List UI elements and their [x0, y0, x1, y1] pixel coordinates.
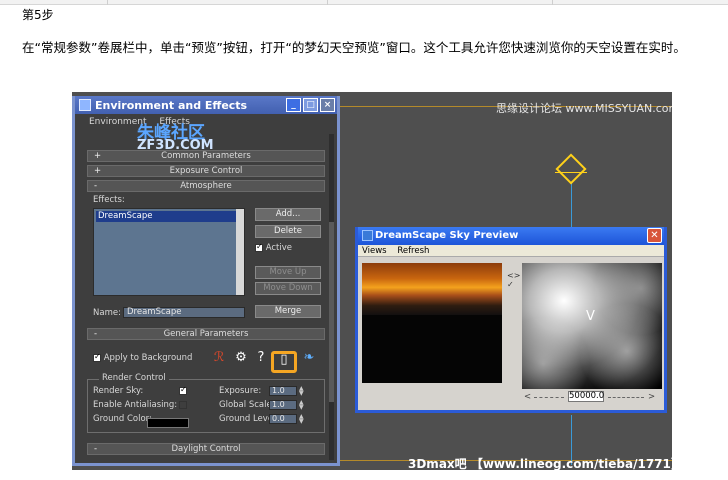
global-scale-spinner[interactable]: ▲ ▼: [299, 400, 304, 411]
distance-field[interactable]: 50000.0: [568, 391, 604, 402]
rollout-exposure-control[interactable]: + Exposure Control: [87, 165, 325, 177]
move-up-button[interactable]: Move Up: [255, 266, 321, 279]
ground-level-field[interactable]: 0.0: [269, 414, 297, 424]
render-sky-checkbox[interactable]: [179, 385, 187, 395]
minimize-button[interactable]: _: [286, 98, 301, 112]
environment-effects-window: Environment and Effects _ □ × Environmen…: [72, 96, 340, 466]
light-target-line: [571, 182, 572, 228]
rollout-daylight-control[interactable]: - Daylight Control: [87, 443, 325, 455]
rollout-sign: -: [94, 181, 98, 191]
enable-antialiasing-checkbox[interactable]: [179, 401, 187, 409]
rollout-label: Daylight Control: [171, 444, 241, 454]
global-scale-field[interactable]: 1.0: [269, 400, 297, 410]
env-scrollbar-thumb[interactable]: [329, 222, 334, 402]
name-label: Name:: [93, 308, 121, 318]
env-tabs: Environment Effects: [75, 114, 337, 132]
active-checkbox[interactable]: [255, 242, 263, 252]
settings-tool-icon[interactable]: ⚙: [233, 350, 249, 366]
close-icon[interactable]: ✕: [647, 228, 662, 243]
list-item[interactable]: DreamScape: [96, 211, 242, 222]
apply-to-background-row[interactable]: Apply to Background: [93, 352, 193, 363]
render-control-title: Render Control: [99, 373, 169, 383]
effects-label: Effects:: [93, 195, 125, 205]
rollout-sign: +: [94, 166, 102, 176]
rollout-sign: -: [94, 444, 98, 454]
effects-list[interactable]: DreamScape: [93, 208, 245, 296]
watermark-bottom: 3Dmax吧 【www.lineog.com/tieba/1771】: [408, 457, 672, 470]
close-button[interactable]: ×: [320, 98, 335, 112]
app-icon: [362, 230, 373, 241]
preview-button-highlight: [271, 351, 297, 373]
active-checkbox-row[interactable]: Active: [255, 242, 292, 253]
ground-color-label: Ground Color:: [93, 414, 152, 424]
preview-side-icons[interactable]: <> ✓: [507, 271, 520, 289]
rollout-label: Atmosphere: [180, 181, 232, 191]
rollout-label: General Parameters: [163, 329, 249, 339]
rollout-sign: +: [94, 151, 102, 161]
distance-control: < 50000.0 >: [524, 391, 664, 403]
enable-antialiasing-label: Enable Antialiasing:: [93, 400, 178, 410]
maximize-button[interactable]: □: [303, 98, 318, 112]
ground-color-swatch[interactable]: [147, 418, 189, 428]
sunset-preview-image: [362, 263, 502, 383]
name-field[interactable]: DreamScape: [123, 307, 245, 318]
rollout-common-parameters[interactable]: + Common Parameters: [87, 150, 325, 162]
env-title-bar[interactable]: Environment and Effects _ □ ×: [75, 96, 337, 114]
help-icon[interactable]: ?: [253, 350, 269, 366]
intro-paragraph: 在“常规参数”卷展栏中，单击“预览”按钮，打开“的梦幻天空预览”窗口。这个工具允…: [22, 40, 686, 55]
rollout-atmosphere[interactable]: - Atmosphere: [87, 180, 325, 192]
menu-refresh[interactable]: Refresh: [397, 246, 429, 256]
rollout-general-parameters[interactable]: - General Parameters: [87, 328, 325, 340]
exposure-spinner[interactable]: ▲ ▼: [299, 386, 304, 397]
delete-button[interactable]: Delete: [255, 225, 321, 238]
cloud-preview-image: [522, 263, 662, 389]
dreamscape-preview-window: DreamScape Sky Preview ✕ Views Refresh <…: [355, 227, 667, 413]
feather-tool-icon[interactable]: ❧: [301, 350, 317, 366]
rollout-label: Exposure Control: [169, 166, 243, 176]
render-sky-label: Render Sky:: [93, 386, 144, 396]
distance-line: [534, 397, 564, 398]
rollout-sign: -: [94, 329, 98, 339]
screenshot-figure: 思缘设计论坛 www.MISSYUAN.com 3Dmax吧 【www.line…: [72, 92, 672, 470]
move-down-button[interactable]: Move Down: [255, 282, 321, 295]
exposure-field[interactable]: 1.0: [269, 386, 297, 396]
sun-light-crossbar: [555, 172, 587, 173]
sun-light-icon[interactable]: [555, 153, 587, 185]
ground-level-spinner[interactable]: ▲ ▼: [299, 414, 304, 425]
env-scrollbar[interactable]: [329, 134, 334, 460]
exposure-label: Exposure:: [219, 386, 262, 396]
sunset-sky-band: [362, 263, 502, 315]
view-marker: V: [586, 309, 595, 324]
menu-views[interactable]: Views: [362, 246, 387, 256]
apply-to-background-checkbox[interactable]: [93, 352, 101, 362]
active-label: Active: [265, 243, 292, 253]
watermark-top: 思缘设计论坛 www.MISSYUAN.com: [496, 102, 672, 115]
add-button[interactable]: Add...: [255, 208, 321, 221]
preview-menu-bar: Views Refresh: [358, 245, 664, 257]
preview-title: DreamScape Sky Preview: [375, 230, 519, 241]
preview-title-bar[interactable]: DreamScape Sky Preview ✕: [358, 227, 664, 245]
apply-to-background-label: Apply to Background: [103, 353, 193, 363]
render-tool-icon[interactable]: ℛ: [211, 350, 227, 366]
effects-list-scrollbar[interactable]: [236, 209, 244, 295]
app-icon: [79, 99, 91, 111]
merge-button[interactable]: Merge: [255, 305, 321, 318]
global-scale-label: Global Scale:: [219, 400, 275, 410]
arrow-left-icon[interactable]: <: [524, 392, 531, 402]
arrow-right-icon[interactable]: >: [648, 392, 655, 402]
env-title: Environment and Effects: [95, 99, 248, 112]
distance-line: [608, 397, 644, 398]
step-title: 第5步: [22, 8, 54, 22]
rollout-label: Common Parameters: [161, 151, 251, 161]
browser-top-strip: [0, 0, 728, 5]
